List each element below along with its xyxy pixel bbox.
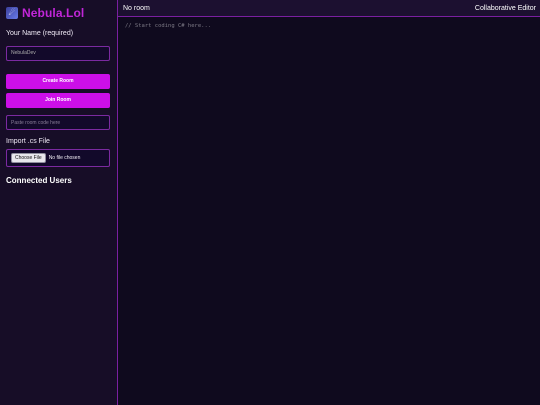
editor-placeholder: // Start coding C# here... <box>125 23 212 29</box>
create-room-button[interactable]: Create Room <box>6 73 110 89</box>
topbar: No room Collaborative Editor <box>118 0 540 17</box>
rocket-icon: ☄ <box>6 7 18 19</box>
app-root: ☄ Nebula.Lol Your Name (required) Create… <box>0 0 540 405</box>
code-editor[interactable]: // Start coding C# here... <box>118 17 540 405</box>
import-label: Import .cs File <box>6 138 50 145</box>
name-input[interactable] <box>6 45 110 61</box>
connected-users-title: Connected Users <box>6 176 72 185</box>
file-status: No file chosen <box>48 155 81 161</box>
main-panel: No room Collaborative Editor // Start co… <box>118 0 540 405</box>
file-input[interactable]: Choose File No file chosen <box>6 149 110 167</box>
logo-text: Nebula.Lol <box>22 6 85 20</box>
room-code-input[interactable] <box>6 115 110 130</box>
choose-file-button[interactable]: Choose File <box>11 153 46 163</box>
name-label: Your Name (required) <box>6 30 74 37</box>
logo: ☄ Nebula.Lol <box>6 6 111 20</box>
room-status: No room <box>123 4 150 12</box>
editor-title: Collaborative Editor <box>474 4 536 12</box>
join-room-button[interactable]: Join Room <box>6 92 110 108</box>
sidebar: ☄ Nebula.Lol Your Name (required) Create… <box>0 0 118 405</box>
